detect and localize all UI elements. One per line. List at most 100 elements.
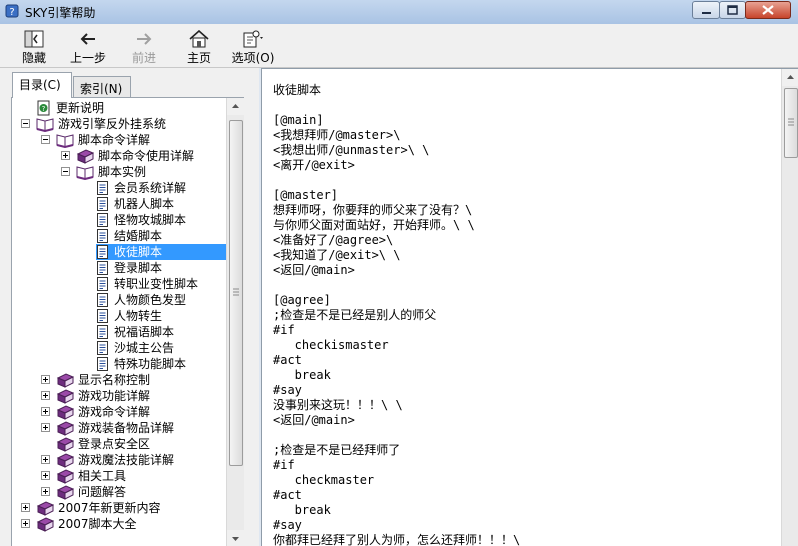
content-line: [@master] [273, 188, 339, 202]
tree-expand-toggle[interactable] [41, 487, 50, 496]
document-page-icon [97, 229, 108, 243]
grip-icon [233, 288, 239, 296]
content-line [273, 428, 520, 443]
tree-item-hair-color[interactable]: 人物颜色发型 [96, 292, 188, 308]
tree-scrollbar[interactable] [226, 98, 244, 546]
content-line: 与你师父面对面站好，开始拜师。\ \ [273, 218, 475, 232]
content-line: #act [273, 353, 302, 367]
tree-item-apprentice-script[interactable]: 收徒脚本 [96, 244, 230, 260]
tree-expand-toggle[interactable] [61, 151, 70, 160]
content-scrollbar[interactable] [781, 69, 798, 546]
tree-expand-toggle[interactable] [41, 471, 50, 480]
back-button[interactable]: 上一步 [66, 26, 110, 66]
tree-item-special-functions[interactable]: 特殊功能脚本 [96, 356, 188, 372]
hide-button[interactable]: 隐藏 [14, 26, 54, 66]
tree-item-game-functions[interactable]: 游戏功能详解 [56, 388, 152, 404]
svg-text:?: ? [9, 7, 14, 18]
document-page-icon [97, 325, 108, 339]
hide-pane-icon [24, 30, 44, 48]
content-line: ;检查是不是已经是别人的师父 [273, 308, 437, 322]
tree-collapse-toggle[interactable] [41, 135, 50, 144]
closed-book-icon [56, 405, 74, 420]
help-window: ? SKY引擎帮助 隐藏 上一步 前进 主页 选项(O) 目录(C) 索引(N)… [0, 0, 798, 546]
tree-item-2007-scripts[interactable]: 2007脚本大全 [36, 516, 139, 532]
content-line [273, 173, 520, 188]
content-line: <返回/@main> [273, 263, 355, 277]
document-page-icon [97, 357, 108, 371]
tree-item-anti-cheat[interactable]: 游戏引擎反外挂系统 [36, 116, 168, 132]
content-line: checkmaster [273, 473, 375, 487]
maximize-button[interactable] [719, 1, 746, 19]
tree-collapse-toggle[interactable] [21, 119, 30, 128]
scroll-down-arrow-icon [232, 537, 239, 541]
content-line: <返回/@main> [273, 413, 355, 427]
tab-contents[interactable]: 目录(C) [12, 72, 72, 98]
tree-item-magic-skills[interactable]: 游戏魔法技能详解 [56, 452, 176, 468]
tree-expand-toggle[interactable] [21, 519, 30, 528]
close-button[interactable] [745, 1, 791, 19]
tree-item-member-system[interactable]: 会员系统详解 [96, 180, 188, 196]
tree-item-script-examples[interactable]: 脚本实例 [76, 164, 148, 180]
content-line: #if [273, 458, 295, 472]
closed-book-icon [76, 149, 94, 164]
content-line: <我想出师/@unmaster>\ \ [273, 143, 430, 157]
tree-item-marriage-script[interactable]: 结婚脚本 [96, 228, 164, 244]
tree-scroll-thumb[interactable] [229, 120, 243, 466]
home-button[interactable]: 主页 [182, 26, 216, 66]
tree-expand-toggle[interactable] [41, 391, 50, 400]
content-line: 你都拜已经拜了别人为师，怎么还拜师！！！\ [273, 533, 521, 546]
tree-item-castle-notice[interactable]: 沙城主公告 [96, 340, 176, 356]
tree-item-script-commands[interactable]: 脚本命令详解 [56, 132, 152, 148]
document-page-icon [97, 309, 108, 323]
forward-arrow-icon [137, 33, 152, 45]
tree-item-update-notes[interactable]: ? 更新说明 [36, 100, 106, 116]
scroll-up-button[interactable] [782, 69, 798, 86]
open-book-icon [56, 134, 74, 148]
svg-text:?: ? [42, 105, 46, 113]
tree-expand-toggle[interactable] [41, 423, 50, 432]
options-button[interactable]: 选项(O) [230, 26, 276, 66]
tree-item-login-script[interactable]: 登录脚本 [96, 260, 164, 276]
tree-item-rebirth[interactable]: 人物转生 [96, 308, 164, 324]
tree-item-game-commands[interactable]: 游戏命令详解 [56, 404, 152, 420]
tree-item-equipment-items[interactable]: 游戏装备物品详解 [56, 420, 176, 436]
tree-item-safe-zone[interactable]: 登录点安全区 [56, 436, 152, 452]
tree-expand-toggle[interactable] [41, 455, 50, 464]
content-line: #if [273, 323, 295, 337]
content-line: ;检查是不是已经拜师了 [273, 443, 401, 457]
back-arrow-icon [80, 33, 95, 45]
contents-tree[interactable]: ? 更新说明 游戏引擎反外挂系统 脚本命令详解 脚本命令使用详解 脚本实例 会员系… [11, 97, 244, 546]
title-bar[interactable]: ? SKY引擎帮助 [0, 0, 798, 24]
tree-item-command-usage[interactable]: 脚本命令使用详解 [76, 148, 196, 164]
tree-item-monster-siege[interactable]: 怪物攻城脚本 [96, 212, 188, 228]
closed-book-icon [56, 469, 74, 484]
document-page-icon [97, 341, 108, 355]
tree-expand-toggle[interactable] [41, 375, 50, 384]
scroll-up-arrow-icon [232, 104, 239, 108]
tree-item-tools[interactable]: 相关工具 [56, 468, 128, 484]
script-text: 收徒脚本 [@main] <我想拜师/@master>\ <我想出师/@unma… [273, 83, 520, 546]
document-page-icon [97, 213, 108, 227]
document-page-icon [97, 245, 108, 259]
closed-book-icon [36, 501, 54, 516]
content-scroll-thumb[interactable] [784, 88, 798, 158]
document-page-icon [97, 293, 108, 307]
tab-index[interactable]: 索引(N) [73, 76, 131, 98]
content-line: break [273, 503, 331, 517]
content-line: 没事别来这玩！！！\ \ [273, 398, 403, 412]
scroll-up-button[interactable] [227, 98, 244, 115]
tree-item-2007-updates[interactable]: 2007年新更新内容 [36, 500, 163, 516]
tree-collapse-toggle[interactable] [61, 167, 70, 176]
tree-item-job-gender-change[interactable]: 转职业变性脚本 [96, 276, 200, 292]
tree-item-name-display[interactable]: 显示名称控制 [56, 372, 152, 388]
content-line: <离开/@exit> [273, 158, 355, 172]
minimize-button[interactable] [692, 1, 720, 19]
scroll-down-button[interactable] [227, 530, 244, 546]
tree-item-blessing-script[interactable]: 祝福语脚本 [96, 324, 176, 340]
tree-expand-toggle[interactable] [41, 407, 50, 416]
tree-expand-toggle[interactable] [21, 503, 30, 512]
forward-button[interactable]: 前进 [127, 26, 161, 66]
tree-item-faq[interactable]: 问题解答 [56, 484, 128, 500]
topic-content-pane: 收徒脚本 [@main] <我想拜师/@master>\ <我想出师/@unma… [261, 68, 798, 546]
tree-item-robot-script[interactable]: 机器人脚本 [96, 196, 176, 212]
